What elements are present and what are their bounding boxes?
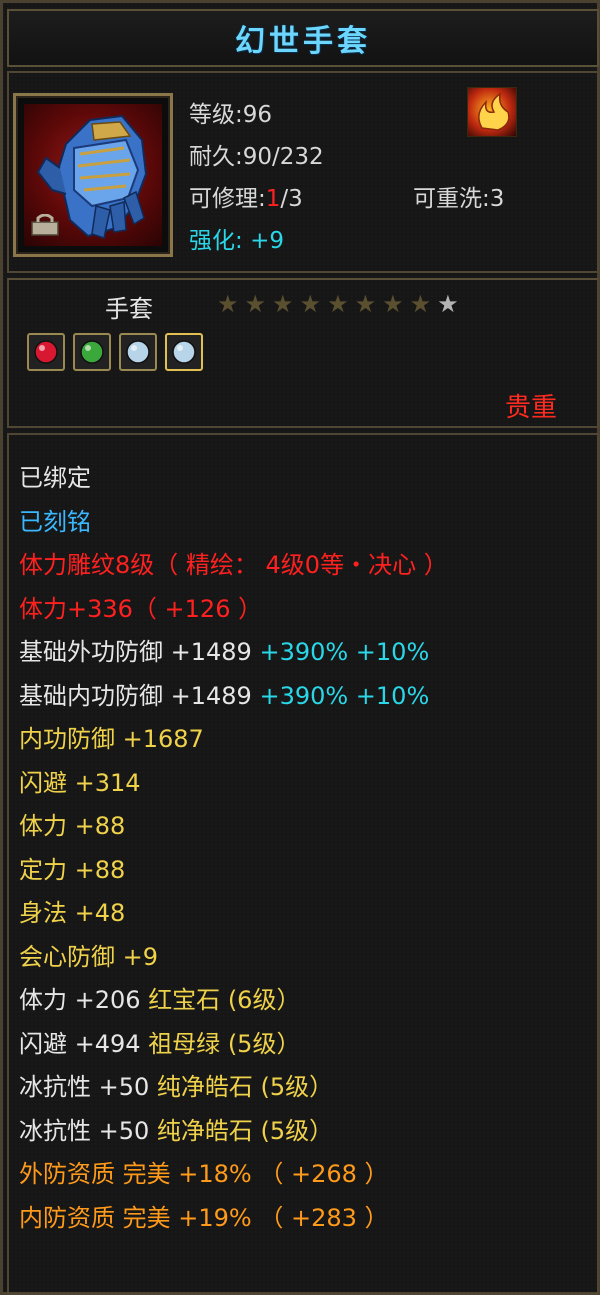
- attribute-text: 已绑定: [19, 464, 91, 492]
- attribute-text: 会心防御 +9: [19, 942, 159, 971]
- attribute-row: 定力 +88: [19, 855, 125, 885]
- attribute-text: 祖母绿 (5级）: [148, 1029, 301, 1058]
- enhance-row: 强化: +9: [189, 228, 284, 254]
- attribute-text: 纯净皓石 (5级）: [156, 1073, 334, 1101]
- attribute-text: +390% +10%: [259, 638, 430, 666]
- ruby-gem-icon[interactable]: [27, 333, 65, 371]
- attribute-text: 基础内功防御 +1489: [19, 681, 260, 710]
- level-row: 等级:96: [189, 102, 273, 128]
- tooltip-frame: 幻世手套 等级:96 耐久:90/232 可修理:1/3 可重洗:3 强化: +…: [0, 0, 600, 1295]
- attribute-text: 闪避 +314: [19, 768, 141, 797]
- level-label: 等级: [189, 102, 235, 128]
- attribute-text: 体力+336（ +126 ）: [19, 594, 263, 623]
- attribute-text: 体力雕纹8级（ 精绘： 4级0等・决心 ）: [19, 551, 448, 579]
- durability-row: 耐久:90/232: [189, 144, 324, 170]
- star-icon: ★: [409, 290, 432, 318]
- attribute-row: 闪避 +314: [19, 768, 141, 798]
- pure-crystal-gem-icon[interactable]: [119, 333, 157, 371]
- item-type: 手套: [105, 295, 153, 323]
- attribute-row: 基础外功防御 +1489 +390% +10%: [19, 637, 429, 667]
- attribute-text: 体力 +88: [19, 812, 126, 840]
- star-icon: ★: [244, 290, 267, 318]
- enhance-label: 强化: [189, 228, 235, 254]
- star-icon: ★: [217, 290, 239, 318]
- attribute-text: 已刻铭: [19, 507, 91, 536]
- attribute-text: 外防资质 完美 +18% （ +268 ）: [19, 1160, 389, 1188]
- attribute-text: 体力 +206: [19, 986, 149, 1014]
- durability-value: 90/232: [242, 144, 324, 170]
- star-icon: ★: [327, 290, 349, 318]
- item-name: 幻世手套: [235, 24, 371, 59]
- attribute-row: 冰抗性 +50 纯净皓石 (5级）: [19, 1072, 333, 1102]
- attribute-row: 内功防御 +1687: [19, 724, 204, 754]
- attribute-text: 冰抗性 +50: [19, 1073, 157, 1101]
- lock-icon: [30, 213, 60, 236]
- star-icon: ★: [382, 290, 404, 318]
- rewash-value: 3: [489, 186, 505, 212]
- rewash-row: 可重洗:3: [413, 186, 505, 212]
- attribute-row: 外防资质 完美 +18% （ +268 ）: [19, 1159, 389, 1189]
- star-icon: ★: [437, 290, 459, 318]
- pure-crystal-gem-icon[interactable]: [165, 333, 203, 371]
- attribute-row: 冰抗性 +50 纯净皓石 (5级）: [19, 1116, 333, 1146]
- rarity-label: 贵重: [504, 393, 557, 423]
- star-icon: ★: [272, 290, 294, 318]
- attribute-row: 体力 +206 红宝石 (6级）: [19, 985, 300, 1015]
- repair-row: 可修理:1/3: [189, 186, 303, 212]
- attribute-text: 定力 +88: [19, 855, 126, 884]
- star-rating: ★ ★ ★ ★ ★ ★ ★ ★ ★: [217, 291, 459, 317]
- repair-total: /3: [280, 186, 303, 212]
- emerald-gem-icon[interactable]: [73, 333, 111, 371]
- attribute-row: 体力雕纹8级（ 精绘： 4级0等・决心 ）: [19, 550, 448, 580]
- attribute-row: 身法 +48: [19, 898, 125, 928]
- attribute-text: 内功防御 +1687: [19, 725, 204, 753]
- level-value: 96: [242, 102, 273, 128]
- attribute-row: 会心防御 +9: [19, 942, 158, 972]
- attribute-text: 基础外功防御 +1489: [19, 638, 260, 666]
- attribute-row: 体力 +88: [19, 811, 125, 841]
- attribute-text: 冰抗性 +50: [19, 1116, 157, 1145]
- attribute-text: +390% +10%: [259, 681, 430, 710]
- gem-sockets: [27, 333, 203, 371]
- flame-badge-icon: [467, 87, 517, 137]
- attribute-row: 基础内功防御 +1489 +390% +10%: [19, 681, 429, 711]
- attribute-row: 体力+336（ +126 ）: [19, 594, 262, 624]
- attribute-row: 内防资质 完美 +19% （ +283 ）: [19, 1203, 389, 1233]
- attribute-text: 闪避 +494: [19, 1029, 149, 1058]
- durability-label: 耐久: [189, 144, 235, 170]
- attribute-row: 闪避 +494 祖母绿 (5级）: [19, 1029, 300, 1059]
- item-icon-frame[interactable]: [13, 93, 173, 257]
- attribute-row: 已刻铭: [19, 507, 91, 537]
- attribute-text: 红宝石 (6级）: [148, 986, 301, 1014]
- attribute-text: 纯净皓石 (5级）: [156, 1116, 334, 1145]
- repair-label: 可修理: [189, 186, 258, 212]
- attribute-text: 内防资质 完美 +19% （ +283 ）: [19, 1203, 389, 1232]
- title-bar: 幻世手套: [7, 9, 599, 67]
- star-icon: ★: [299, 290, 322, 318]
- enhance-value: +9: [250, 228, 284, 254]
- repair-current: 1: [265, 186, 281, 212]
- star-icon: ★: [354, 290, 377, 318]
- attribute-text: 身法 +48: [19, 899, 126, 927]
- rewash-label: 可重洗: [413, 186, 482, 212]
- attribute-row: 已绑定: [19, 463, 91, 493]
